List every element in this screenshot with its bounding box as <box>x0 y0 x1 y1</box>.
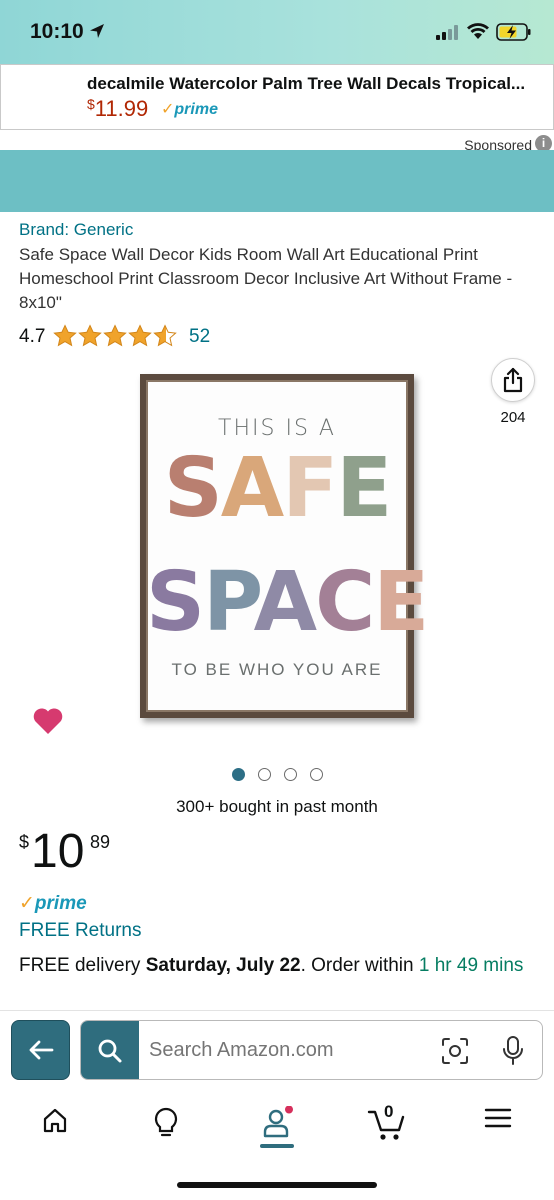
search-icon <box>98 1039 122 1063</box>
review-count-link[interactable]: 52 <box>189 326 210 348</box>
bottom-search-bar <box>0 1010 554 1092</box>
lightbulb-icon <box>154 1107 178 1137</box>
share-button[interactable] <box>491 358 535 402</box>
microphone-icon[interactable] <box>501 1035 525 1067</box>
poster-line-2: SAFE <box>163 441 393 536</box>
search-box[interactable] <box>80 1020 543 1080</box>
free-returns-link[interactable]: FREE Returns <box>19 920 141 942</box>
poster-line-1: THIS IS A <box>218 416 336 441</box>
cellular-signal-icon <box>436 25 458 40</box>
account-icon <box>263 1106 293 1138</box>
location-arrow-icon <box>90 24 104 38</box>
cart-count: 0 <box>384 1102 394 1121</box>
prime-badge: ✓prime <box>19 893 87 914</box>
product-title: Safe Space Wall Decor Kids Room Wall Art… <box>19 245 513 312</box>
carousel-dots[interactable] <box>232 768 323 781</box>
product-image[interactable]: THIS IS A SAFE SPACE TO BE WHO YOU ARE <box>140 374 429 718</box>
carousel-dot[interactable] <box>310 768 323 781</box>
heart-icon[interactable] <box>32 706 64 736</box>
ad-price: $11.99 <box>87 96 149 121</box>
delivery-info: FREE delivery Saturday, July 22. Order w… <box>19 955 524 976</box>
nav-menu-button[interactable] <box>473 1106 523 1152</box>
share-count: 204 <box>500 409 526 426</box>
bought-in-past-month: 300+ bought in past month <box>176 797 378 816</box>
back-arrow-icon <box>29 1040 53 1060</box>
ad-prime-badge: ✓prime <box>161 101 218 118</box>
carousel-dot[interactable] <box>258 768 271 781</box>
active-tab-indicator <box>260 1144 294 1148</box>
carousel-dot[interactable] <box>232 768 245 781</box>
back-button[interactable] <box>11 1020 70 1080</box>
home-icon <box>43 1108 67 1133</box>
status-bar: 10:10 <box>0 0 554 64</box>
poster-line-4: TO BE WHO YOU ARE <box>171 660 383 679</box>
nav-inspire-button[interactable] <box>141 1106 191 1152</box>
teal-banner <box>0 150 554 212</box>
rating-value: 4.7 <box>19 326 46 347</box>
search-input[interactable] <box>149 1039 429 1062</box>
ad-title[interactable]: decalmile Watercolor Palm Tree Wall Deca… <box>87 74 542 94</box>
status-time: 10:10 <box>30 20 84 43</box>
nav-home-button[interactable] <box>30 1106 80 1152</box>
search-button[interactable] <box>81 1021 139 1079</box>
bottom-navigation <box>0 1092 554 1162</box>
sponsored-ad-banner[interactable]: decalmile Watercolor Palm Tree Wall Deca… <box>0 64 554 130</box>
camera-scan-icon[interactable] <box>441 1037 469 1065</box>
carousel-dot[interactable] <box>284 768 297 781</box>
wifi-icon <box>467 23 489 39</box>
brand-link[interactable]: Brand: Generic <box>19 220 133 240</box>
home-indicator <box>177 1182 377 1188</box>
share-icon <box>503 367 523 393</box>
hamburger-menu-icon <box>484 1108 512 1128</box>
poster-line-3: SPACE <box>146 555 429 650</box>
battery-charging-icon <box>496 23 531 41</box>
star-rating-icon[interactable] <box>53 323 181 349</box>
